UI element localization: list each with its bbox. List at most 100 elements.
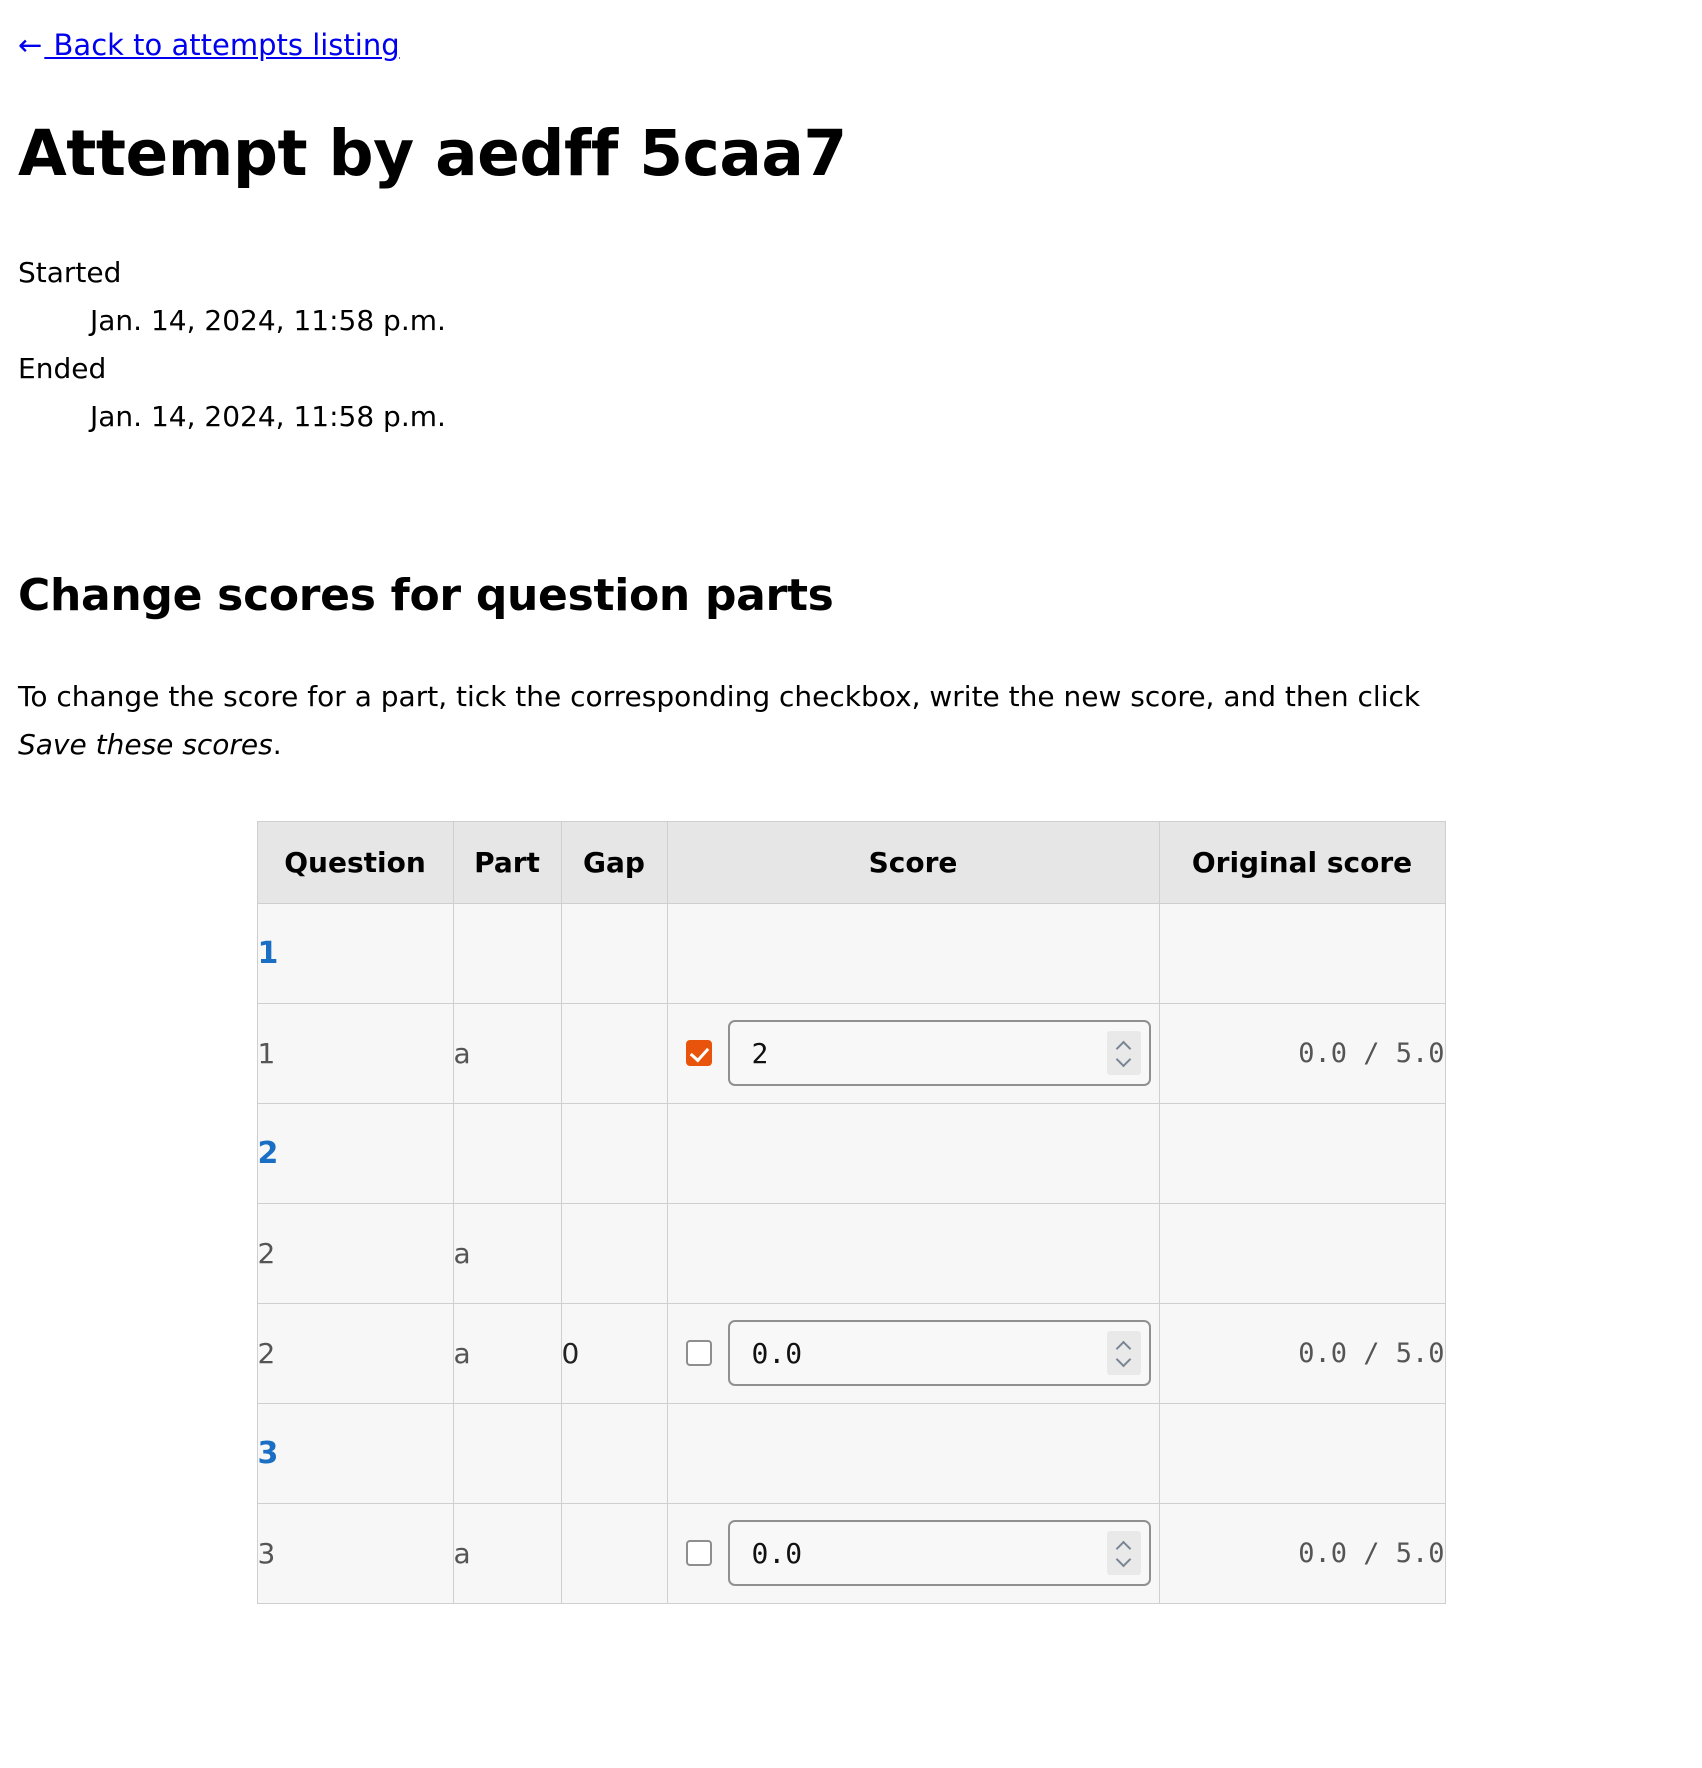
header-gap: Gap	[560, 820, 668, 904]
scores-table: Question Part Gap Score Original score 1…	[256, 820, 1446, 1604]
started-label: Started	[18, 255, 122, 289]
scores-table-body: 1 1 a 2 0.0 / 5.0 2 2 a 2 a 0 0.0 0.0 / 5.0 3 3 a 0.0 0.0…	[256, 902, 1446, 1604]
cell-score: 2	[666, 1002, 1160, 1104]
ended-value: Jan. 14, 2024, 11:58 p.m.	[90, 400, 446, 434]
chevron-down-icon[interactable]	[1116, 1556, 1132, 1564]
question-group-number: 2	[257, 1135, 279, 1171]
gap-label: 0	[561, 1336, 580, 1370]
table-row: 2a	[256, 1202, 1446, 1304]
cell-question: 2	[256, 1302, 454, 1404]
cell-question: 1	[256, 902, 454, 1004]
score-number-input[interactable]: 0.0	[727, 1520, 1151, 1587]
score-change-checkbox[interactable]	[685, 1340, 712, 1367]
chevron-up-icon[interactable]	[1116, 1342, 1132, 1350]
cell-score: 0.0	[666, 1302, 1160, 1404]
cell-original-score: 0.0 / 5.0	[1158, 1302, 1446, 1404]
cell-question: 3	[256, 1402, 454, 1504]
part-label: a	[453, 1236, 471, 1270]
cell-original-score	[1158, 1102, 1446, 1204]
part-label: a	[453, 1336, 471, 1370]
back-arrow-icon: ←	[18, 28, 43, 62]
cell-part	[452, 1402, 562, 1504]
cell-gap	[560, 1102, 668, 1204]
question-group-number: 3	[257, 1435, 279, 1471]
instructions-suffix: .	[272, 727, 282, 761]
instructions-emphasis: Save these scores	[18, 727, 273, 761]
score-change-checkbox[interactable]	[685, 1040, 712, 1067]
part-label: a	[453, 1536, 471, 1570]
chevron-down-icon[interactable]	[1116, 1356, 1132, 1364]
started-value: Jan. 14, 2024, 11:58 p.m.	[90, 304, 446, 338]
cell-part: a	[452, 1002, 562, 1104]
cell-original-score	[1158, 1202, 1446, 1304]
cell-gap	[560, 1202, 668, 1304]
question-number: 3	[257, 1536, 276, 1570]
section-heading: Change scores for question parts	[18, 569, 834, 621]
header-question: Question	[256, 820, 454, 904]
scores-table-container: Question Part Gap Score Original score 1…	[18, 820, 1684, 1604]
cell-part: a	[452, 1302, 562, 1404]
table-row: 1	[256, 902, 1446, 1004]
question-group-number: 1	[257, 935, 279, 971]
cell-question: 2	[256, 1102, 454, 1204]
score-input-value: 2	[751, 1036, 769, 1070]
cell-gap	[560, 1002, 668, 1104]
question-number: 2	[257, 1336, 276, 1370]
ended-label: Ended	[18, 352, 107, 386]
question-number: 2	[257, 1236, 276, 1270]
part-label: a	[453, 1036, 471, 1070]
back-to-attempts-link[interactable]: Back to attempts listing	[44, 28, 400, 62]
cell-score	[666, 1102, 1160, 1204]
cell-original-score: 0.0 / 5.0	[1158, 1502, 1446, 1604]
cell-score: 0.0	[666, 1502, 1160, 1604]
chevron-up-icon[interactable]	[1116, 1042, 1132, 1050]
score-control-group: 0.0	[668, 1320, 1159, 1387]
cell-score	[666, 1202, 1160, 1304]
cell-question: 1	[256, 1002, 454, 1104]
cell-gap	[560, 1502, 668, 1604]
cell-part: a	[452, 1502, 562, 1604]
attempt-page: ← Back to attempts listing Attempt by ae…	[0, 0, 1702, 1604]
score-control-group: 2	[668, 1020, 1159, 1087]
table-header-row: Question Part Gap Score Original score	[256, 820, 1446, 904]
number-spinner[interactable]	[1106, 1531, 1141, 1576]
cell-part: a	[452, 1202, 562, 1304]
cell-gap	[560, 1402, 668, 1504]
number-spinner[interactable]	[1106, 1331, 1141, 1376]
cell-original-score: 0.0 / 5.0	[1158, 1002, 1446, 1104]
chevron-up-icon[interactable]	[1116, 1542, 1132, 1550]
instructions-prefix: To change the score for a part, tick the…	[18, 679, 1421, 713]
cell-gap	[560, 902, 668, 1004]
table-row: 2 a 0 0.0 0.0 / 5.0	[256, 1302, 1446, 1404]
score-input-value: 0.0	[751, 1536, 803, 1570]
instructions-paragraph: To change the score for a part, tick the…	[18, 673, 1488, 769]
cell-part	[452, 1102, 562, 1204]
cell-score	[666, 902, 1160, 1004]
number-spinner[interactable]	[1106, 1031, 1141, 1076]
back-navigation: ← Back to attempts listing	[18, 28, 1684, 63]
score-control-group: 0.0	[668, 1520, 1159, 1587]
header-score: Score	[666, 820, 1160, 904]
header-part: Part	[452, 820, 562, 904]
cell-question: 2	[256, 1202, 454, 1304]
cell-question: 3	[256, 1502, 454, 1604]
cell-gap: 0	[560, 1302, 668, 1404]
table-row: 3	[256, 1402, 1446, 1504]
table-row: 2	[256, 1102, 1446, 1204]
chevron-down-icon[interactable]	[1116, 1056, 1132, 1064]
score-input-value: 0.0	[751, 1336, 803, 1370]
cell-original-score	[1158, 1402, 1446, 1504]
header-original-score: Original score	[1158, 820, 1446, 904]
cell-part	[452, 902, 562, 1004]
page-title: Attempt by aedff 5caa7	[18, 116, 847, 190]
score-change-checkbox[interactable]	[685, 1540, 712, 1567]
score-number-input[interactable]: 0.0	[727, 1320, 1151, 1387]
scores-table-head: Question Part Gap Score Original score	[256, 820, 1446, 904]
cell-original-score	[1158, 902, 1446, 1004]
attempt-metadata: Started Jan. 14, 2024, 11:58 p.m. Ended …	[18, 249, 1684, 442]
cell-score	[666, 1402, 1160, 1504]
score-number-input[interactable]: 2	[727, 1020, 1151, 1087]
table-row: 3 a 0.0 0.0 / 5.0	[256, 1502, 1446, 1604]
question-number: 1	[257, 1036, 276, 1070]
table-row: 1 a 2 0.0 / 5.0	[256, 1002, 1446, 1104]
